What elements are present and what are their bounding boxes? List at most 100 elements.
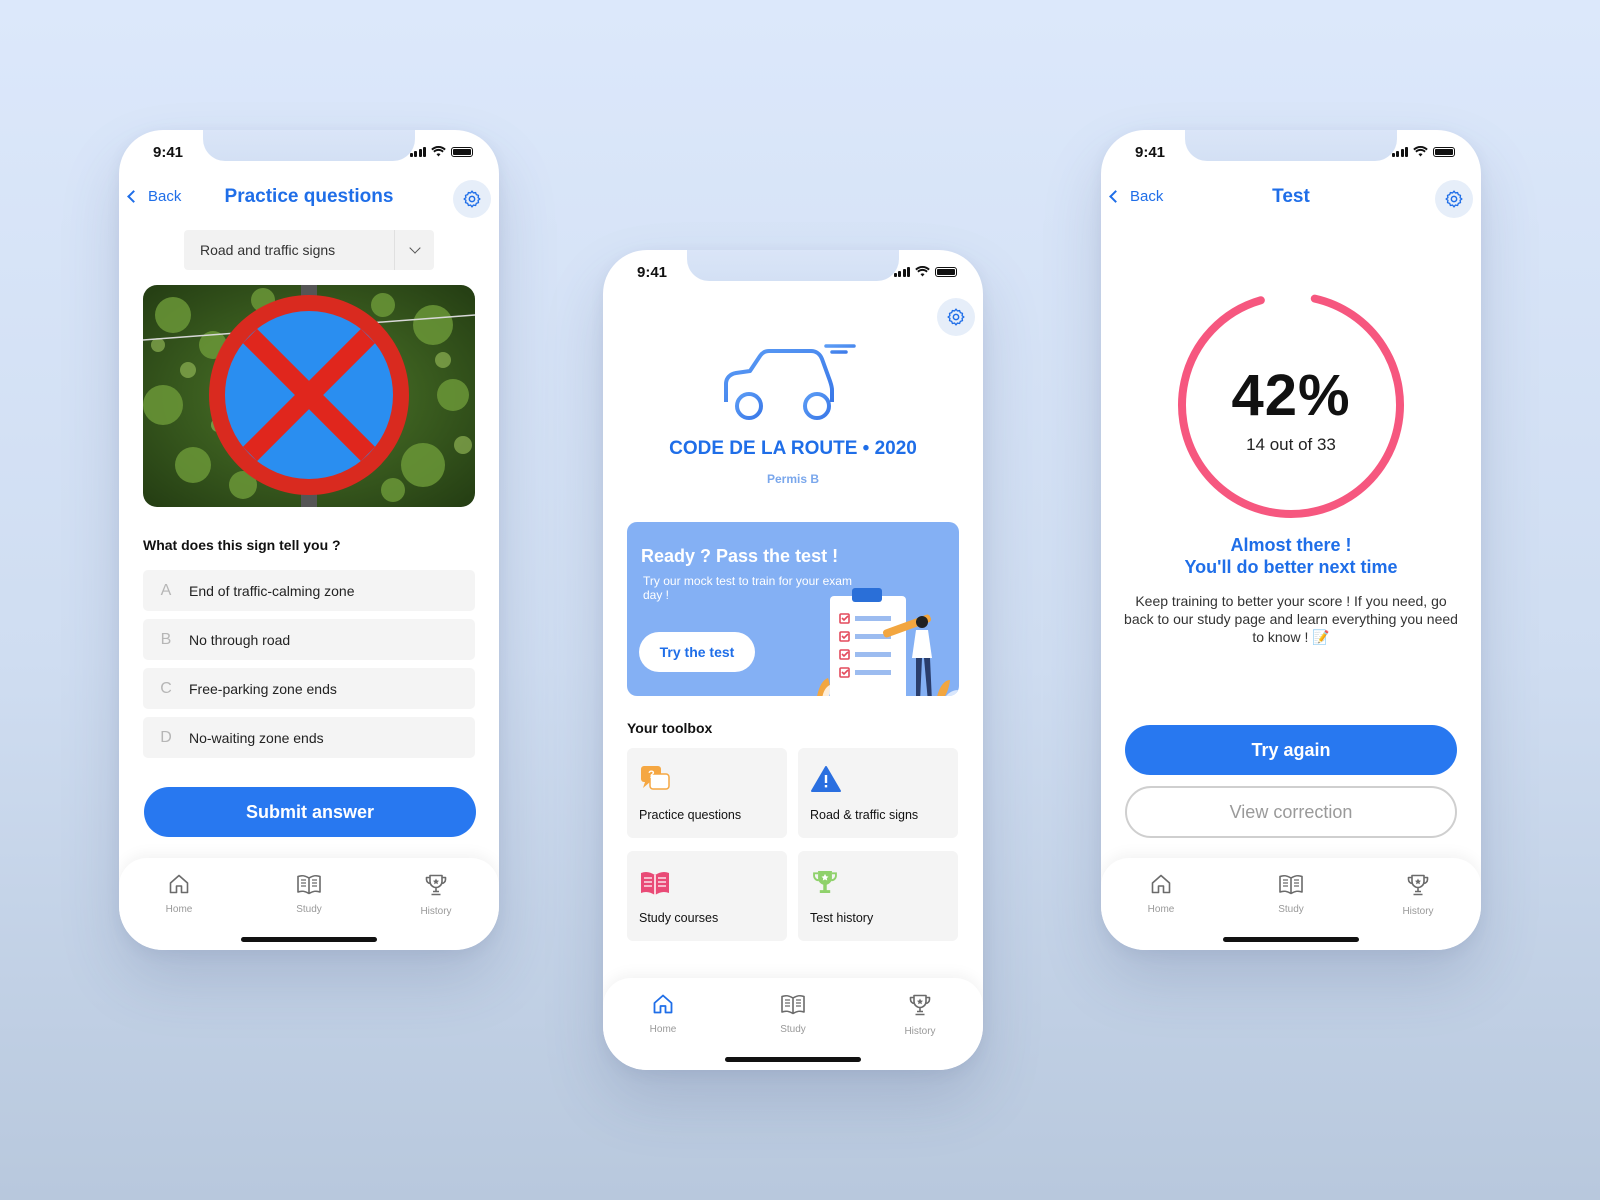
answer-option-c[interactable]: C Free-parking zone ends xyxy=(143,668,475,709)
book-icon xyxy=(297,874,321,895)
answer-option-b[interactable]: B No through road xyxy=(143,619,475,660)
try-again-button[interactable]: Try again xyxy=(1125,725,1457,775)
tab-label: Home xyxy=(649,1024,677,1035)
tool-road-traffic-signs[interactable]: Road & traffic signs xyxy=(798,748,958,838)
result-header: Back Test xyxy=(1101,180,1481,220)
gear-icon xyxy=(463,190,481,208)
home-icon xyxy=(1151,874,1171,894)
home-indicator xyxy=(725,1057,861,1062)
result-message: Keep training to better your score ! If … xyxy=(1124,593,1458,645)
book-icon xyxy=(781,994,805,1015)
trophy-icon xyxy=(425,874,447,896)
result-headline-2: You'll do better next time xyxy=(1184,557,1398,577)
app-name: CODE DE LA ROUTE • 2020 xyxy=(669,438,917,459)
tab-label: Study xyxy=(780,1024,806,1035)
tab-home[interactable]: Home xyxy=(1126,872,1196,915)
trophy-icon xyxy=(909,994,931,1016)
tab-history[interactable]: History xyxy=(885,992,955,1037)
battery-icon xyxy=(1433,146,1455,157)
status-time: 9:41 xyxy=(637,264,668,281)
tab-home[interactable]: Home xyxy=(628,992,698,1035)
settings-button[interactable] xyxy=(1435,180,1473,218)
tab-bar: Home Study History xyxy=(1101,858,1481,950)
book-icon xyxy=(1279,874,1303,895)
view-correction-button[interactable]: View correction xyxy=(1125,786,1457,838)
signal-icon xyxy=(893,266,910,277)
tab-history[interactable]: History xyxy=(1383,872,1453,917)
phone-notch xyxy=(687,250,899,281)
settings-button[interactable] xyxy=(453,180,491,218)
answer-text: No through road xyxy=(189,631,291,648)
warning-sign-icon xyxy=(811,766,841,792)
tab-study[interactable]: Study xyxy=(758,992,828,1035)
tab-label: History xyxy=(1402,906,1434,917)
trophy-icon xyxy=(1407,874,1429,896)
score-detail: 14 out of 33 xyxy=(1246,435,1336,454)
settings-button[interactable] xyxy=(937,298,975,336)
tool-label: Practice questions xyxy=(639,808,742,822)
gear-icon xyxy=(947,308,965,326)
submit-answer-button[interactable]: Submit answer xyxy=(144,787,476,837)
no-waiting-sign-photo xyxy=(143,285,475,507)
status-time: 9:41 xyxy=(1135,144,1166,161)
car-logo-icon xyxy=(724,344,856,420)
phone-test-result: 9:41 Back Test 42% 14 out of 33 Almost t… xyxy=(1101,130,1481,950)
chat-question-icon: ? xyxy=(641,766,670,790)
home-icon xyxy=(169,874,189,894)
answer-letter: D xyxy=(160,728,172,746)
phone-practice-questions: 9:41 Back Practice questions Road and tr… xyxy=(119,130,499,950)
home-indicator xyxy=(241,937,377,942)
answer-letter: C xyxy=(160,679,172,697)
try-test-button[interactable]: Try the test xyxy=(639,632,755,672)
answer-list: A End of traffic-calming zone B No throu… xyxy=(143,570,475,766)
answer-option-d[interactable]: D No-waiting zone ends xyxy=(143,717,475,758)
answer-text: End of traffic-calming zone xyxy=(189,582,355,599)
tab-label: History xyxy=(420,906,452,917)
page-title: Test xyxy=(1272,186,1310,207)
tool-label: Road & traffic signs xyxy=(810,808,919,822)
trophy-icon xyxy=(813,871,837,893)
tool-test-history[interactable]: Test history xyxy=(798,851,958,941)
wifi-icon xyxy=(431,146,446,157)
phone-notch xyxy=(1185,130,1397,161)
tab-label: Study xyxy=(296,904,322,915)
tab-home[interactable]: Home xyxy=(144,872,214,915)
tab-label: History xyxy=(904,1026,936,1037)
home-icon xyxy=(653,994,673,1014)
tool-practice-questions[interactable]: ? Practice questions xyxy=(627,748,787,838)
tab-label: Study xyxy=(1278,904,1304,915)
answer-letter: B xyxy=(160,630,172,648)
tool-label: Test history xyxy=(810,911,874,925)
answer-text: No-waiting zone ends xyxy=(189,729,324,746)
license-label: Permis B xyxy=(766,472,820,486)
question-text: What does this sign tell you ? xyxy=(143,537,341,553)
tool-study-courses[interactable]: Study courses xyxy=(627,851,787,941)
battery-icon xyxy=(451,146,473,157)
practice-header: Back Practice questions xyxy=(119,180,499,220)
answer-letter: A xyxy=(160,581,172,599)
tab-label: Home xyxy=(1147,904,1175,915)
page-title: Practice questions xyxy=(224,186,394,207)
tab-bar: Home Study History xyxy=(603,978,983,1070)
result-headline: Almost there ! You'll do better next tim… xyxy=(1101,534,1481,578)
wifi-icon xyxy=(1413,146,1428,157)
signal-icon xyxy=(409,146,426,157)
answer-text: Free-parking zone ends xyxy=(189,680,337,697)
category-select[interactable]: Road and traffic signs xyxy=(184,230,434,270)
tool-label: Study courses xyxy=(639,911,719,925)
answer-option-a[interactable]: A End of traffic-calming zone xyxy=(143,570,475,611)
open-book-icon xyxy=(641,871,669,895)
status-time: 9:41 xyxy=(153,144,184,161)
question-image xyxy=(143,285,475,507)
category-select-value: Road and traffic signs xyxy=(200,242,336,258)
hero-title: Ready ? Pass the test ! xyxy=(641,546,839,566)
chevron-down-icon xyxy=(394,230,434,270)
svg-text:?: ? xyxy=(648,769,655,781)
tab-study[interactable]: Study xyxy=(1256,872,1326,915)
phone-notch xyxy=(203,130,415,161)
battery-icon xyxy=(935,266,957,277)
tab-study[interactable]: Study xyxy=(274,872,344,915)
signal-icon xyxy=(1391,146,1408,157)
wifi-icon xyxy=(915,266,930,277)
tab-history[interactable]: History xyxy=(401,872,471,917)
